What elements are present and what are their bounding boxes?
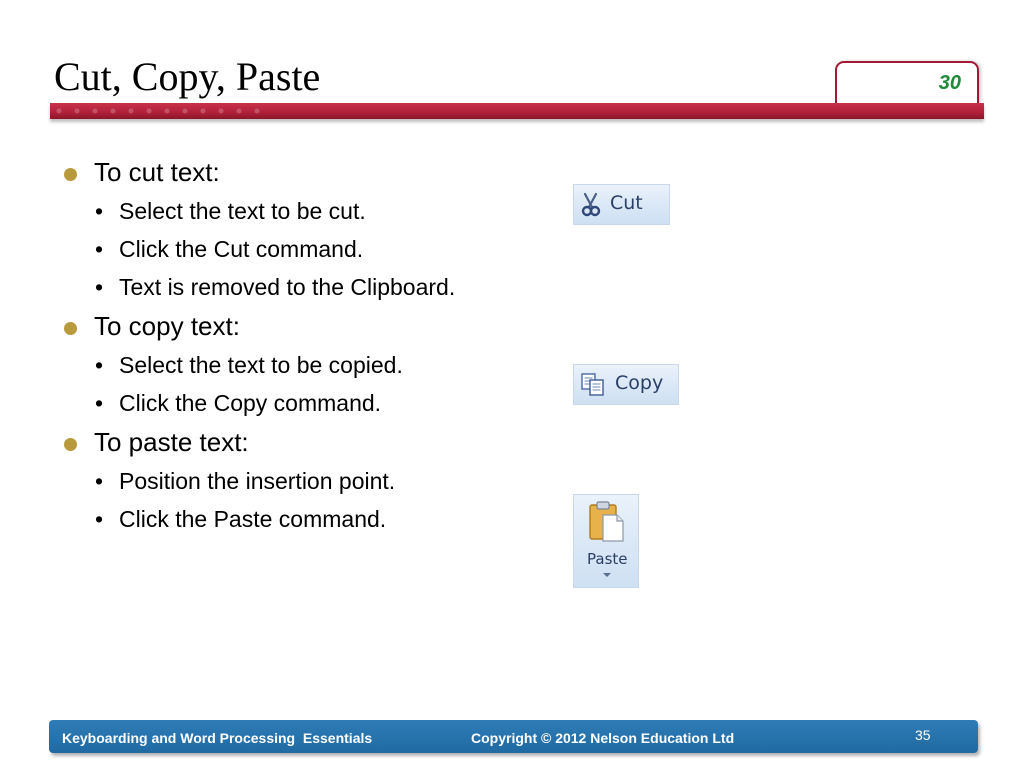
section-heading-paste: To paste text: — [62, 424, 582, 460]
copy-command-image: Copy — [573, 364, 679, 405]
footer-course-title: Keyboarding and Word Processing Essentia… — [62, 730, 373, 746]
list-item: • Click the Copy command. — [95, 390, 382, 416]
cut-command-image: Cut — [573, 184, 670, 225]
title-accent-bar — [50, 103, 984, 119]
bullet-dot — [64, 322, 77, 335]
copy-icon — [581, 373, 604, 396]
paste-label: Paste — [587, 550, 628, 568]
paste-command-image: Paste — [573, 494, 639, 588]
bullet-dot — [64, 438, 77, 451]
dropdown-arrow-icon — [603, 573, 611, 577]
bullet-content: To cut text: • Select the text to be cut.… — [62, 150, 582, 536]
list-item: • Select the text to be cut. — [95, 198, 366, 224]
list-item: • Position the insertion point. — [95, 468, 396, 494]
footer-slide-number: 35 — [915, 727, 931, 743]
list-item: • Click the Paste command. — [95, 506, 387, 532]
bullet-dot — [64, 168, 77, 181]
list-item: • Click the Cut command. — [95, 236, 364, 262]
footer-bar: Keyboarding and Word Processing Essentia… — [49, 720, 978, 753]
section-heading-copy: To copy text: — [62, 308, 582, 344]
page-number: 30 — [938, 72, 961, 94]
section-heading-cut: To cut text: — [62, 154, 582, 190]
slide-title: Cut, Copy, Paste — [54, 54, 321, 99]
list-item: • Select the text to be copied. — [95, 352, 403, 378]
page-number-tab: 30 — [835, 61, 979, 103]
scissors-icon — [581, 192, 601, 217]
list-item: • Text is removed to the Clipboard. — [95, 274, 456, 300]
cut-label: Cut — [610, 192, 643, 214]
clipboard-icon — [589, 501, 624, 542]
footer-copyright: Copyright © 2012 Nelson Education Ltd — [471, 730, 735, 746]
copy-label: Copy — [615, 372, 664, 394]
